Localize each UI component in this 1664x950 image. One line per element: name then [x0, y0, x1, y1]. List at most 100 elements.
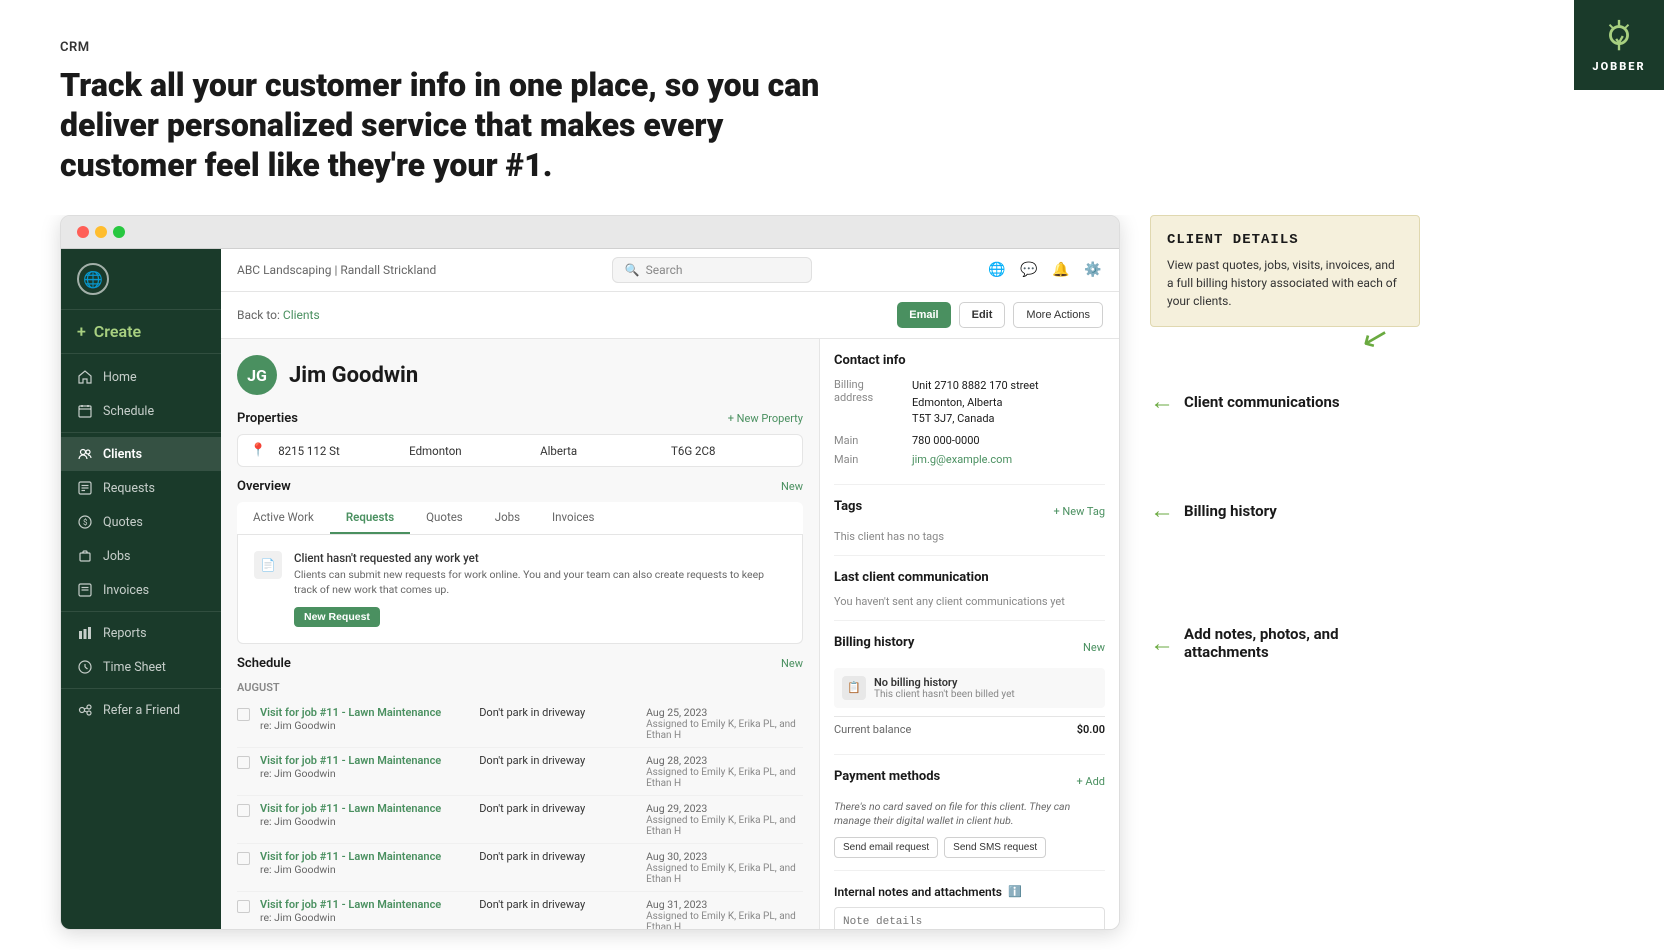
request-icon [77, 480, 93, 496]
billing-new-link[interactable]: New [1083, 641, 1105, 654]
empty-state-icon: 📄 [254, 551, 282, 579]
browser-dot-green [113, 226, 125, 238]
schedule-checkbox[interactable] [237, 900, 250, 913]
topbar-search-box[interactable]: 🔍 Search [612, 257, 812, 283]
job-sub: re: Jim Goodwin [260, 767, 469, 780]
sidebar-create-button[interactable]: + Create [61, 310, 221, 354]
job-title: Visit for job #11 - Lawn Maintenance [260, 754, 469, 767]
contact-info-title: Contact info [834, 353, 1105, 368]
sidebar-item-quotes[interactable]: $ Quotes [61, 505, 221, 539]
tags-section: Tags + New Tag This client has no tags [834, 499, 1105, 556]
sidebar-item-home[interactable]: Home [61, 360, 221, 394]
schedule-title: Schedule [237, 656, 291, 671]
topbar-icons: 🌐 💬 🔔 ⚙️ [987, 260, 1103, 280]
schedule-checkbox[interactable] [237, 804, 250, 817]
edit-button[interactable]: Edit [959, 302, 1006, 328]
payment-methods-header: Payment methods + Add [834, 769, 1105, 794]
search-placeholder: Search [646, 263, 683, 277]
schedule-date: Aug 25, 2023 Assigned to Emily K, Erika … [646, 706, 803, 741]
callout-arrow: ↙ [1358, 315, 1394, 359]
browser-titlebar [61, 216, 1119, 249]
app-main: ABC Landscaping | Randall Strickland 🔍 S… [221, 249, 1119, 929]
job-sub: re: Jim Goodwin [260, 863, 469, 876]
job-title: Visit for job #11 - Lawn Maintenance [260, 850, 469, 863]
email-value: jim.g@example.com [912, 453, 1012, 466]
last-comm-text: You haven't sent any client communicatio… [834, 595, 1105, 608]
schedule-job-info: Visit for job #11 - Lawn Maintenance re:… [260, 706, 469, 732]
sidebar-item-jobs[interactable]: Jobs [61, 539, 221, 573]
property-province: Alberta [540, 444, 659, 458]
add-tag-link[interactable]: + New Tag [1053, 505, 1105, 518]
notes-textarea[interactable] [834, 907, 1105, 929]
tab-requests[interactable]: Requests [330, 502, 410, 534]
sidebar-item-refer[interactable]: Refer a Friend [61, 693, 221, 727]
payment-btn-row: Send email request Send SMS request [834, 837, 1105, 858]
tab-active-work[interactable]: Active Work [237, 502, 330, 534]
bell-icon[interactable]: 🔔 [1051, 260, 1071, 280]
sidebar-item-invoices[interactable]: Invoices [61, 573, 221, 607]
sidebar-item-schedule[interactable]: Schedule [61, 394, 221, 428]
send-sms-request-button[interactable]: Send SMS request [944, 837, 1046, 858]
reports-label: Reports [103, 626, 147, 641]
add-payment-link[interactable]: + Add [1076, 775, 1105, 788]
schedule-checkbox[interactable] [237, 708, 250, 721]
send-email-request-button[interactable]: Send email request [834, 837, 938, 858]
clients-back-link[interactable]: Clients [283, 308, 320, 322]
more-actions-button[interactable]: More Actions [1013, 302, 1103, 328]
billing-address-label: Billing address [834, 378, 904, 428]
home-label: Home [103, 370, 137, 385]
message-icon[interactable]: 💬 [1019, 260, 1039, 280]
tags-title: Tags [834, 499, 862, 514]
sidebar-globe-icon[interactable]: 🌐 [77, 263, 109, 295]
browser-dot-red [77, 226, 89, 238]
email-button[interactable]: Email [897, 302, 950, 328]
more-actions-label: More Actions [1026, 309, 1090, 321]
property-city: Edmonton [409, 444, 528, 458]
job-sub: re: Jim Goodwin [260, 911, 469, 924]
billing-history-section: Billing history New 📋 No billing history… [834, 635, 1105, 755]
svg-text:$: $ [83, 518, 88, 527]
requests-label: Requests [103, 481, 155, 496]
overview-tabs: Active Work Requests Quotes Jobs Invoice… [237, 502, 803, 535]
jobber-logo: JOBBER [1574, 0, 1664, 90]
main-content: 🌐 + Create Home [0, 215, 1664, 950]
callout-title: CLIENT DETAILS [1167, 232, 1403, 248]
annotation-panel: CLIENT DETAILS View past quotes, jobs, v… [1140, 215, 1420, 661]
create-label: Create [94, 322, 141, 341]
schedule-label: Schedule [103, 404, 154, 419]
content-right: Contact info Billing address Unit 2710 8… [819, 339, 1119, 929]
schedule-note: Don't park in driveway [479, 850, 636, 863]
sidebar-item-reports[interactable]: Reports [61, 616, 221, 650]
globe-icon[interactable]: 🌐 [987, 260, 1007, 280]
invoice-icon [77, 582, 93, 598]
last-comm-section: Last client communication You haven't se… [834, 570, 1105, 621]
schedule-item: Visit for job #11 - Lawn Maintenance re:… [237, 892, 803, 929]
schedule-note: Don't park in driveway [479, 802, 636, 815]
new-request-button[interactable]: New Request [294, 607, 380, 627]
top-section: CRM Track all your customer info in one … [0, 0, 1664, 215]
current-balance-row: Current balance $0.00 [834, 716, 1105, 742]
billing-history-label: Billing history [1184, 502, 1277, 520]
schedule-job-info: Visit for job #11 - Lawn Maintenance re:… [260, 754, 469, 780]
tab-quotes[interactable]: Quotes [410, 502, 479, 534]
sidebar-item-requests[interactable]: Requests [61, 471, 221, 505]
overview-new-link[interactable]: New [781, 480, 803, 493]
sidebar-item-timesheet[interactable]: Time Sheet [61, 650, 221, 684]
property-row: 📍 8215 112 St Edmonton Alberta T6G 2C8 [237, 434, 803, 467]
schedule-note: Don't park in driveway [479, 754, 636, 767]
add-property-link[interactable]: + New Property [728, 412, 803, 425]
tab-jobs[interactable]: Jobs [479, 502, 536, 534]
schedule-date: Aug 30, 2023 Assigned to Emily K, Erika … [646, 850, 803, 885]
no-tags-text: This client has no tags [834, 530, 1105, 543]
topbar: ABC Landscaping | Randall Strickland 🔍 S… [221, 249, 1119, 292]
schedule-checkbox[interactable] [237, 852, 250, 865]
refer-label: Refer a Friend [103, 703, 180, 718]
schedule-item: Visit for job #11 - Lawn Maintenance re:… [237, 796, 803, 844]
schedule-job-info: Visit for job #11 - Lawn Maintenance re:… [260, 898, 469, 924]
overview-header: Overview New [237, 479, 803, 494]
schedule-checkbox[interactable] [237, 756, 250, 769]
tab-invoices[interactable]: Invoices [536, 502, 610, 534]
schedule-new-link[interactable]: New [781, 657, 803, 670]
settings-icon[interactable]: ⚙️ [1083, 260, 1103, 280]
sidebar-item-clients[interactable]: Clients [61, 437, 221, 471]
